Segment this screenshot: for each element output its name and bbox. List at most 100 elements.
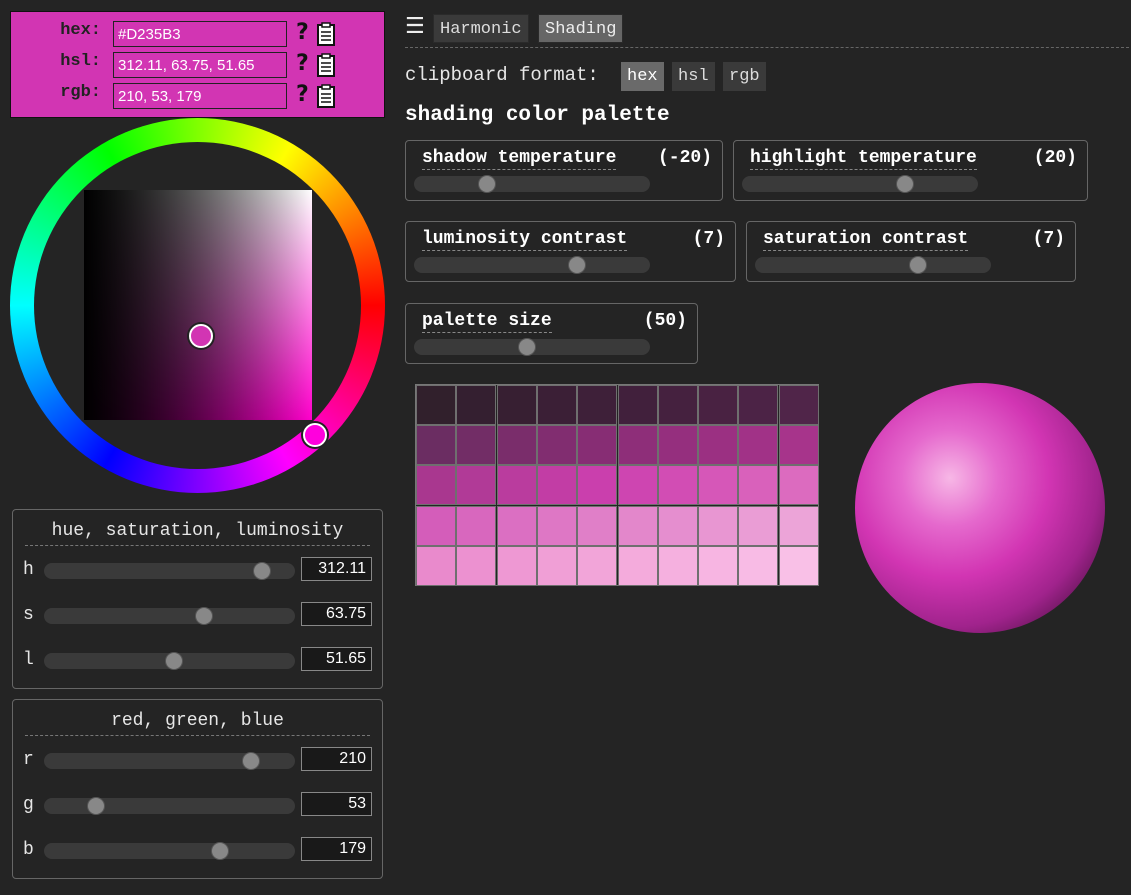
- blue-slider[interactable]: [44, 842, 295, 860]
- red-slider[interactable]: [44, 752, 295, 770]
- palette-swatch[interactable]: [657, 385, 698, 425]
- luminosity-contrast-knob[interactable]: [567, 256, 586, 274]
- palette-swatch[interactable]: [698, 465, 739, 506]
- palette-swatch[interactable]: [738, 425, 779, 466]
- palette-swatch[interactable]: [778, 545, 819, 586]
- saturation-slider[interactable]: [44, 607, 295, 625]
- hue-slider[interactable]: [44, 562, 295, 580]
- saturation-input[interactable]: [301, 602, 372, 626]
- palette-swatch[interactable]: [456, 545, 497, 586]
- palette-swatch[interactable]: [536, 545, 577, 586]
- palette-swatch[interactable]: [416, 425, 456, 466]
- red-slider-knob[interactable]: [241, 752, 260, 770]
- blue-input[interactable]: [301, 837, 372, 861]
- shadow-temperature-knob[interactable]: [478, 175, 497, 193]
- palette-swatch[interactable]: [698, 505, 739, 546]
- palette-swatch[interactable]: [698, 385, 739, 425]
- palette-swatch[interactable]: [778, 385, 819, 425]
- palette-swatch[interactable]: [496, 465, 537, 506]
- menu-icon[interactable]: ☰: [405, 14, 425, 39]
- palette-swatch[interactable]: [577, 545, 618, 586]
- shadow-temperature-slider[interactable]: [414, 175, 650, 193]
- palette-swatch[interactable]: [456, 425, 497, 466]
- palette-swatch[interactable]: [778, 505, 819, 546]
- hex-help-icon[interactable]: ?: [296, 20, 309, 46]
- palette-swatch[interactable]: [496, 545, 537, 586]
- palette-swatch[interactable]: [738, 465, 779, 506]
- palette-swatch[interactable]: [416, 545, 456, 586]
- palette-swatch[interactable]: [577, 385, 618, 425]
- palette-swatch[interactable]: [416, 465, 456, 506]
- rgb-clipboard-icon[interactable]: [317, 84, 335, 108]
- luminosity-contrast-slider[interactable]: [414, 256, 650, 274]
- palette-swatch[interactable]: [496, 425, 537, 466]
- palette-swatch[interactable]: [617, 545, 658, 586]
- rgb-input[interactable]: [113, 83, 287, 109]
- palette-swatch[interactable]: [456, 505, 497, 546]
- highlight-temperature-slider[interactable]: [742, 175, 978, 193]
- hex-clipboard-icon[interactable]: [317, 22, 335, 46]
- palette-swatch[interactable]: [617, 465, 658, 506]
- green-slider[interactable]: [44, 797, 295, 815]
- palette-swatch[interactable]: [738, 545, 779, 586]
- palette-swatch[interactable]: [536, 465, 577, 506]
- tab-shading[interactable]: Shading: [538, 14, 624, 43]
- blue-slider-knob[interactable]: [211, 842, 230, 860]
- palette-swatch[interactable]: [738, 505, 779, 546]
- palette-swatch[interactable]: [496, 385, 537, 425]
- highlight-temperature-knob[interactable]: [895, 175, 914, 193]
- color-wheel[interactable]: [10, 118, 385, 493]
- hex-input[interactable]: [113, 21, 287, 47]
- palette-swatch[interactable]: [416, 385, 456, 425]
- palette-swatch[interactable]: [416, 505, 456, 546]
- palette-swatch[interactable]: [456, 465, 497, 506]
- palette-swatch[interactable]: [456, 385, 497, 425]
- palette-swatch[interactable]: [657, 505, 698, 546]
- palette-size-knob[interactable]: [518, 338, 537, 356]
- rgb-help-icon[interactable]: ?: [296, 82, 309, 108]
- hue-picker-handle[interactable]: [303, 423, 327, 447]
- clipboard-format-hex-button[interactable]: hex: [621, 62, 664, 91]
- green-slider-knob[interactable]: [87, 797, 106, 815]
- hsl-input[interactable]: [113, 52, 287, 78]
- red-input[interactable]: [301, 747, 372, 771]
- palette-swatch[interactable]: [577, 505, 618, 546]
- palette-swatch[interactable]: [577, 465, 618, 506]
- palette-swatch[interactable]: [577, 425, 618, 466]
- tab-harmonic[interactable]: Harmonic: [433, 14, 529, 43]
- saturation-contrast-slider[interactable]: [755, 256, 991, 274]
- saturation-contrast-knob[interactable]: [908, 256, 927, 274]
- palette-swatch[interactable]: [698, 545, 739, 586]
- clipboard-format-rgb-button[interactable]: rgb: [723, 62, 766, 91]
- green-input[interactable]: [301, 792, 372, 816]
- palette-swatch[interactable]: [657, 465, 698, 506]
- luminosity-slider-knob[interactable]: [164, 652, 183, 670]
- luminosity-slider[interactable]: [44, 652, 295, 670]
- luminosity-input[interactable]: [301, 647, 372, 671]
- hsl-help-icon[interactable]: ?: [296, 51, 309, 77]
- palette-swatch[interactable]: [536, 505, 577, 546]
- saturation-slider-knob[interactable]: [195, 607, 213, 625]
- palette-size-value: (50): [643, 311, 687, 331]
- hue-slider-knob[interactable]: [252, 562, 271, 580]
- saturation-luminosity-square[interactable]: [84, 190, 312, 420]
- palette-swatch[interactable]: [698, 425, 739, 466]
- palette-size-slider[interactable]: [414, 338, 650, 356]
- palette-swatch[interactable]: [617, 425, 658, 466]
- palette-swatch[interactable]: [738, 385, 779, 425]
- clipboard-format-hsl-button[interactable]: hsl: [672, 62, 715, 91]
- hue-input[interactable]: [301, 557, 372, 581]
- sv-picker-handle[interactable]: [189, 324, 213, 348]
- palette-swatch[interactable]: [536, 385, 577, 425]
- palette-swatch[interactable]: [617, 505, 658, 546]
- palette-swatch[interactable]: [496, 505, 537, 546]
- palette-size-label: palette size: [422, 311, 552, 333]
- palette-swatch[interactable]: [657, 545, 698, 586]
- palette-swatch[interactable]: [778, 465, 819, 506]
- palette-swatch[interactable]: [617, 385, 658, 425]
- hsl-clipboard-icon[interactable]: [317, 53, 335, 77]
- palette-swatch[interactable]: [536, 425, 577, 466]
- palette-swatch[interactable]: [657, 425, 698, 466]
- palette-swatch[interactable]: [778, 425, 819, 466]
- rgb-panel-title: red, green, blue: [25, 710, 370, 736]
